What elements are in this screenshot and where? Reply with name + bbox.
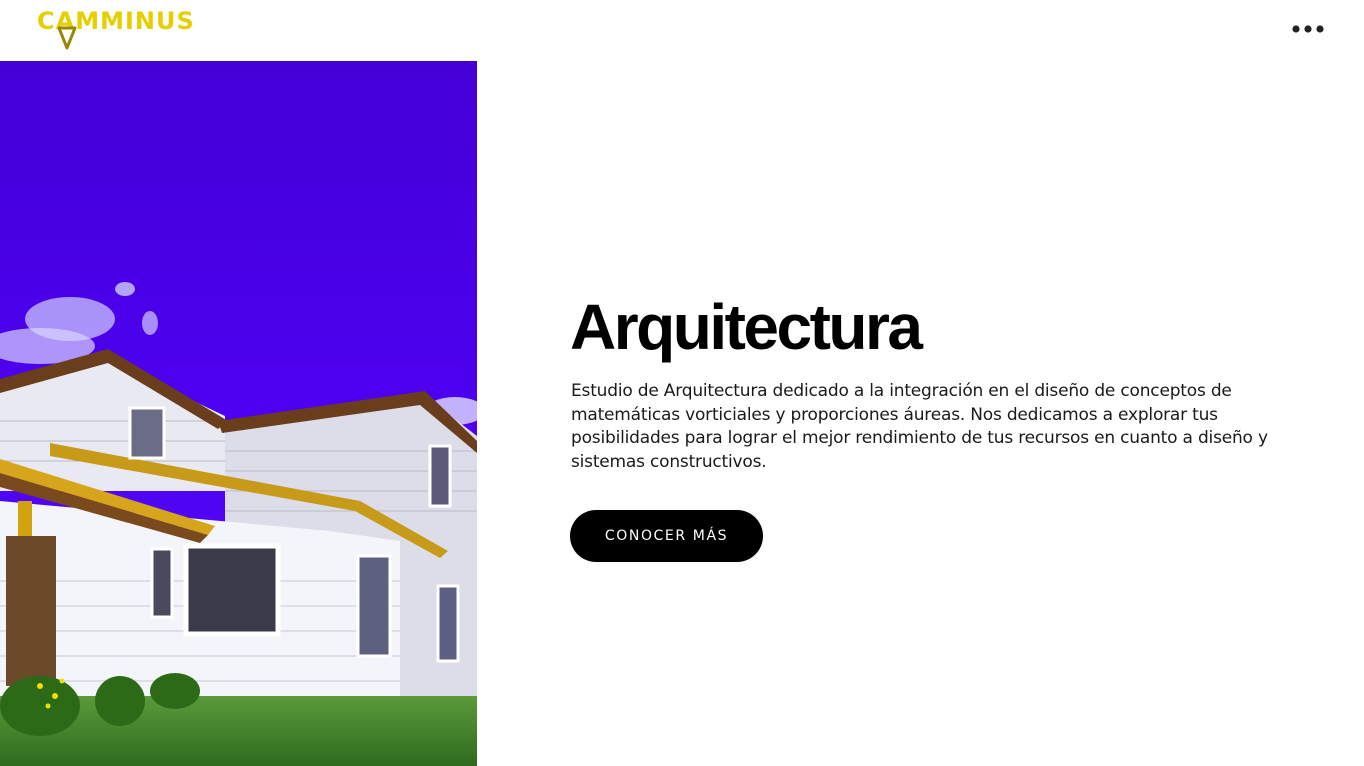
site-header: CAMMINUS [0, 0, 1364, 61]
hero-image [0, 61, 477, 766]
menu-button[interactable] [1286, 16, 1330, 42]
logo-triangle-icon [57, 26, 77, 50]
house-photo [0, 61, 477, 766]
more-horizontal-icon [1292, 25, 1324, 33]
hero-description: Estudio de Arquitectura dedicado a la in… [571, 381, 1268, 472]
page-title: Arquitectura [570, 291, 923, 363]
hero-content: Arquitectura Estudio de Arquitectura ded… [570, 290, 1290, 562]
learn-more-button[interactable]: CONOCER MÁS [570, 510, 763, 562]
logo[interactable]: CAMMINUS [37, 4, 202, 52]
